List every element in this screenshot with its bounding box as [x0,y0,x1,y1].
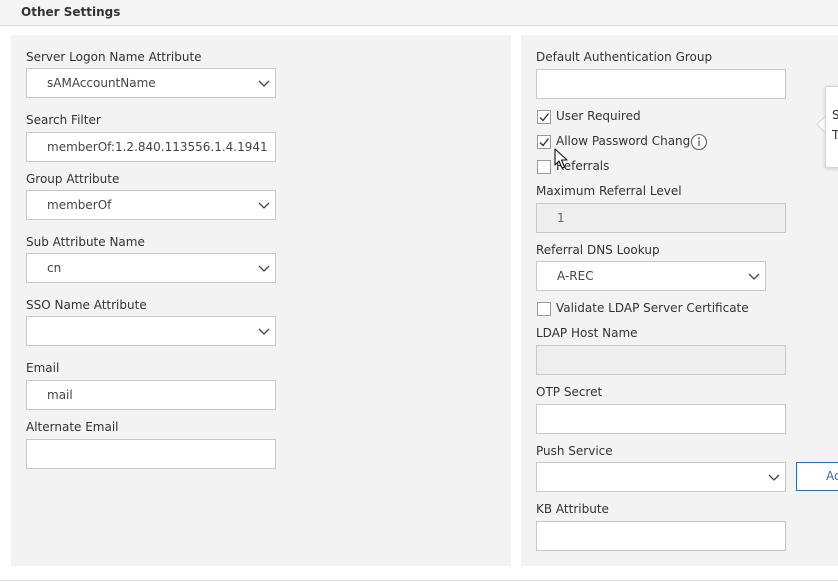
sso-name-select[interactable] [26,316,276,346]
validate-ldap-checkbox[interactable] [537,302,551,316]
ldap-host-label: LDAP Host Name [536,326,638,340]
chevron-down-icon [258,265,270,272]
default-auth-group-label: Default Authentication Group [536,50,713,64]
chevron-down-icon [258,80,270,87]
bottom-divider [0,580,838,581]
max-referral-label: Maximum Referral Level [536,184,682,198]
sub-attribute-value: cn [47,261,62,275]
otp-secret-input[interactable] [536,404,786,434]
section-header: Other Settings [0,0,838,26]
tooltip-text-line-1: S [832,108,838,122]
mouse-pointer-icon [554,148,568,169]
alternate-email-input[interactable] [26,439,276,469]
group-attribute-label: Group Attribute [26,172,120,186]
group-attribute-select[interactable]: memberOf [26,190,276,220]
kb-attribute-label: KB Attribute [536,502,609,516]
search-filter-value: memberOf:1.2.840.113556.1.4.1941 [47,140,268,154]
server-logon-value: sAMAccountName [47,76,156,90]
tooltip-text-line-2: T [832,128,838,142]
user-required-checkbox[interactable] [537,110,551,124]
allow-password-change-checkbox[interactable] [537,135,551,149]
allow-password-change-label: Allow Password Change [556,134,698,148]
user-required-label: User Required [556,109,641,123]
referrals-checkbox[interactable] [537,160,551,174]
check-icon [539,113,550,122]
email-input[interactable]: mail [26,380,276,410]
group-attribute-value: memberOf [47,198,112,212]
email-value: mail [47,388,73,402]
chevron-down-icon [258,328,270,335]
sub-attribute-select[interactable]: cn [26,253,276,283]
server-logon-select[interactable]: sAMAccountName [26,68,276,98]
ldap-host-input[interactable] [536,345,786,375]
sso-name-label: SSO Name Attribute [26,298,147,312]
search-filter-label: Search Filter [26,113,101,127]
check-icon [539,138,550,147]
push-service-label: Push Service [536,444,613,458]
add-push-service-button[interactable]: Add [796,462,838,491]
search-filter-input[interactable]: memberOf:1.2.840.113556.1.4.1941 [26,132,276,162]
chevron-down-icon [258,202,270,209]
info-icon[interactable] [690,133,708,151]
otp-secret-label: OTP Secret [536,385,603,399]
default-auth-group-input[interactable] [536,69,786,99]
sub-attribute-label: Sub Attribute Name [26,235,145,249]
kb-attribute-input[interactable] [536,521,786,551]
referral-dns-label: Referral DNS Lookup [536,243,660,257]
validate-ldap-label: Validate LDAP Server Certificate [556,301,749,315]
max-referral-input[interactable]: 1 [536,203,786,233]
alternate-email-label: Alternate Email [26,420,119,434]
email-label: Email [26,361,60,375]
chevron-down-icon [748,273,760,280]
chevron-down-icon [768,474,780,481]
section-title: Other Settings [21,5,121,19]
referral-dns-select[interactable]: A-REC [536,261,766,291]
info-tooltip [825,86,838,168]
server-logon-label: Server Logon Name Attribute [26,50,202,64]
referral-dns-value: A-REC [557,269,594,283]
max-referral-value: 1 [557,211,565,225]
push-service-select[interactable] [536,462,786,492]
